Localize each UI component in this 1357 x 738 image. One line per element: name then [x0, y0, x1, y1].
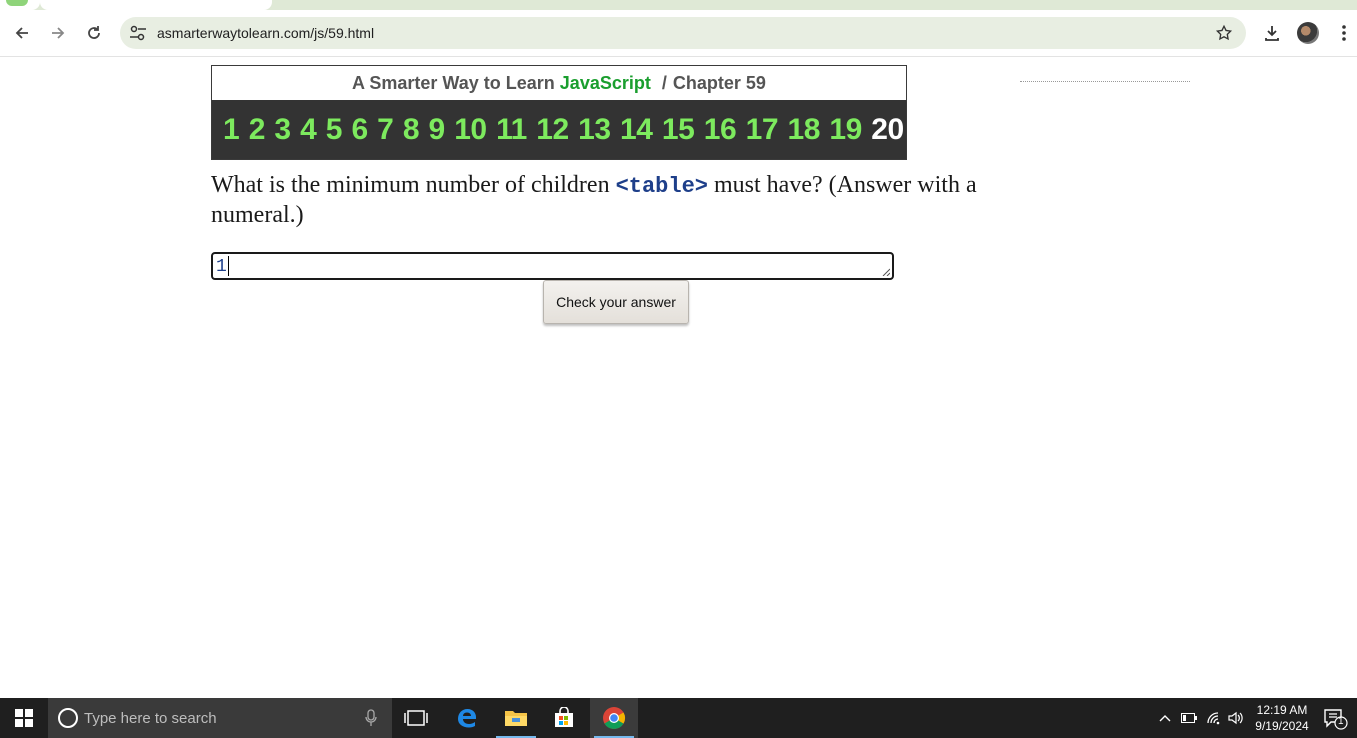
notification-center-button[interactable]: 1: [1322, 706, 1348, 730]
exercise-link-16[interactable]: 16: [704, 113, 737, 147]
file-explorer-button[interactable]: [492, 698, 540, 738]
speaker-icon: [1228, 711, 1243, 725]
title-javascript[interactable]: JavaScript: [560, 73, 651, 93]
task-view-button[interactable]: [392, 698, 440, 738]
wifi-icon: [1207, 712, 1220, 725]
profile-avatar[interactable]: [1297, 22, 1319, 44]
exercise-link-12[interactable]: 12: [536, 113, 569, 147]
text-caret: [227, 256, 229, 276]
battery-icon: [1181, 713, 1197, 723]
chapter-label: Chapter 59: [672, 73, 766, 93]
store-bag-icon: [555, 707, 573, 727]
exercise-link-4[interactable]: 4: [300, 113, 317, 147]
forward-arrow-icon: [52, 27, 65, 39]
windows-logo-icon: [15, 709, 33, 727]
exercise-link-10[interactable]: 10: [454, 113, 487, 147]
site-settings-icon[interactable]: [128, 23, 148, 43]
chrome-button[interactable]: [590, 698, 638, 738]
notification-icon: [1324, 709, 1348, 730]
clock-time: 12:19 AM: [1256, 703, 1308, 717]
exercise-link-13[interactable]: 13: [578, 113, 611, 147]
exercise-link-2[interactable]: 2: [249, 113, 266, 147]
exercise-link-11[interactable]: 11: [496, 113, 527, 147]
start-button[interactable]: [0, 698, 48, 738]
exercise-link-6[interactable]: 6: [351, 113, 368, 147]
reload-icon: [88, 26, 100, 39]
question-text-before: What is the minimum number of children: [211, 172, 610, 198]
store-button[interactable]: [540, 698, 588, 738]
check-answer-button[interactable]: Check your answer: [543, 280, 689, 324]
folder-icon: [505, 711, 527, 726]
exercise-link-14[interactable]: 14: [620, 113, 653, 147]
tab-active[interactable]: [40, 0, 272, 10]
exercise-link-18[interactable]: 18: [788, 113, 821, 147]
exercise-link-19[interactable]: 19: [829, 113, 862, 147]
question-code: <table>: [615, 174, 708, 199]
exercise-link-3[interactable]: 3: [274, 113, 291, 147]
cortana-icon: [58, 708, 78, 728]
taskbar-search[interactable]: Type here to search: [48, 698, 392, 738]
download-button[interactable]: [1259, 20, 1285, 46]
notification-count: 1: [1338, 716, 1344, 727]
exercise-link-8[interactable]: 8: [403, 113, 420, 147]
edge-icon: [458, 709, 476, 728]
resize-handle-icon[interactable]: [882, 268, 890, 276]
microphone-icon[interactable]: [364, 709, 378, 727]
exercise-link-5[interactable]: 5: [326, 113, 343, 147]
question-text: What is the minimum number of children <…: [211, 171, 1001, 230]
answer-input[interactable]: 1: [211, 252, 894, 280]
browser-toolbar: asmarterwaytolearn.com/js/59.html: [0, 10, 1357, 57]
back-button[interactable]: [7, 18, 37, 48]
page-title: A Smarter Way to Learn JavaScript / Chapt…: [212, 66, 906, 100]
chrome-icon: [603, 707, 625, 729]
show-hidden-icons-button[interactable]: [1155, 698, 1175, 738]
url-text[interactable]: asmarterwaytolearn.com/js/59.html: [157, 25, 374, 41]
clock-date: 9/19/2024: [1255, 719, 1309, 733]
dotted-divider: [1020, 81, 1190, 82]
exercise-link-15[interactable]: 15: [662, 113, 695, 147]
address-bar[interactable]: asmarterwaytolearn.com/js/59.html: [120, 17, 1246, 49]
exercise-link-9[interactable]: 9: [429, 113, 446, 147]
exercise-link-1[interactable]: 1: [223, 113, 240, 147]
network-button[interactable]: [1203, 698, 1225, 738]
task-view-icon: [404, 710, 428, 726]
tab-previous[interactable]: [0, 0, 40, 10]
exercise-link-17[interactable]: 17: [746, 113, 779, 147]
more-vert-icon: [1342, 25, 1346, 41]
answer-value: 1: [216, 256, 227, 277]
windows-taskbar: Type here to search 12:19 AM 9/19/2024 1: [0, 698, 1357, 738]
menu-button[interactable]: [1331, 20, 1357, 46]
chapter-header: A Smarter Way to Learn JavaScript / Chapt…: [211, 65, 907, 160]
bookmark-star-icon[interactable]: [1214, 23, 1234, 43]
reload-button[interactable]: [79, 18, 109, 48]
edge-button[interactable]: [443, 698, 491, 738]
title-separator: /: [661, 73, 667, 93]
taskbar-clock[interactable]: 12:19 AM 9/19/2024: [1247, 702, 1317, 734]
chevron-up-icon: [1159, 715, 1171, 722]
exercise-link-20[interactable]: 20: [871, 113, 904, 147]
download-icon: [1265, 26, 1279, 41]
search-placeholder: Type here to search: [84, 710, 217, 727]
volume-button[interactable]: [1226, 698, 1246, 738]
exercise-link-7[interactable]: 7: [377, 113, 394, 147]
forward-button[interactable]: [43, 18, 73, 48]
tab-favicon: [6, 0, 28, 6]
tab-strip: [0, 0, 1357, 10]
back-arrow-icon: [15, 27, 28, 39]
title-prefix: A Smarter Way to Learn: [352, 73, 555, 93]
battery-button[interactable]: [1179, 698, 1199, 738]
page-content: A Smarter Way to Learn JavaScript / Chapt…: [0, 57, 1357, 698]
exercise-number-nav: 1 2 3 4 5 6 7 8 9 10 11 12 13 14 15 16 17 18 19 20: [212, 100, 906, 159]
